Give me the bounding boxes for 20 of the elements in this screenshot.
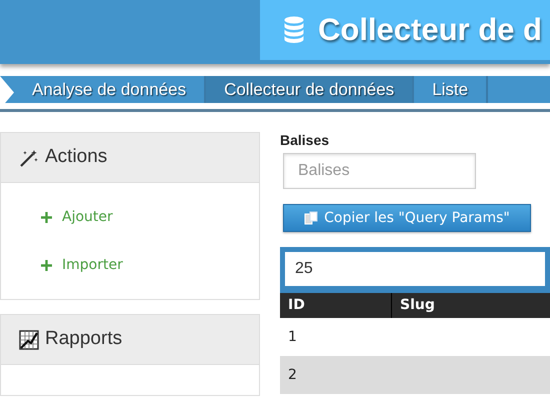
plus-icon (41, 260, 52, 270)
table-row[interactable]: 2 (280, 356, 550, 394)
page-title: Collecteur de d (318, 10, 542, 49)
table-cell-text: 1 (287, 328, 297, 346)
table-cell-text: 2 (287, 366, 297, 384)
plus-icon (41, 212, 52, 222)
action-link[interactable]: Importer (1, 241, 259, 289)
clipboard-icon (304, 211, 318, 225)
chart-grid-icon (19, 330, 39, 350)
magic-wand-icon (19, 148, 39, 166)
panel-title: Actions (45, 145, 108, 170)
panel-title: Rapports (45, 327, 122, 352)
field-label: Balises (280, 131, 330, 150)
copy-params-button[interactable]: Copier les "Query Params" (283, 204, 531, 232)
breadcrumb-item[interactable]: Collecteur de données (206, 76, 414, 103)
tags-field[interactable]: Balises (283, 153, 476, 189)
database-icon (284, 16, 304, 44)
page-size-field[interactable]: 25 (285, 252, 545, 286)
column-header: Slug (399, 296, 436, 315)
action-link[interactable]: Ajouter (1, 193, 259, 241)
